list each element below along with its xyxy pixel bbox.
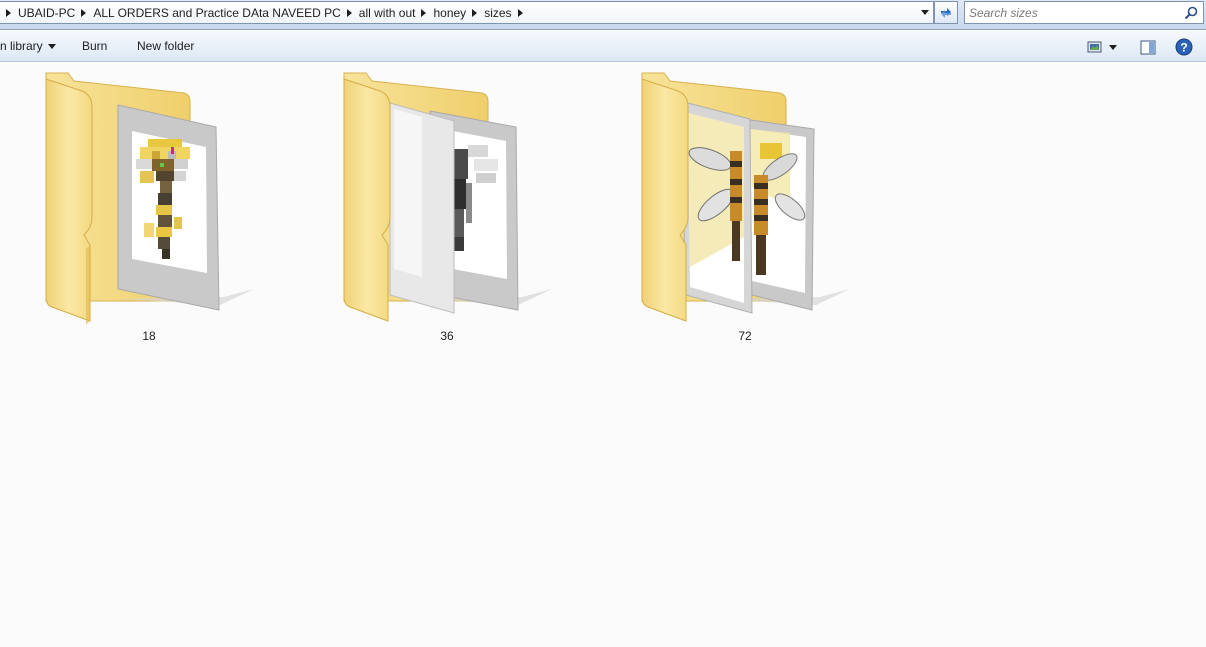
folder-item[interactable]: 72	[640, 67, 870, 349]
search-input[interactable]	[969, 4, 1179, 21]
folder-item[interactable]: 36	[342, 67, 572, 349]
breadcrumb-item[interactable]: sizes	[484, 6, 511, 20]
folder-name[interactable]: 72	[640, 329, 850, 343]
folder-icon	[343, 72, 552, 322]
preview-pane-button[interactable]	[1138, 37, 1158, 57]
breadcrumb-item[interactable]: all with out	[359, 6, 416, 20]
file-list: 18 36 72	[0, 63, 1206, 647]
breadcrumb-arrow-icon[interactable]	[81, 8, 87, 17]
chevron-down-icon	[47, 43, 56, 49]
include-in-library-label: n library	[0, 39, 43, 53]
change-view-icon	[1087, 41, 1102, 53]
folder-name[interactable]: 18	[44, 329, 254, 343]
search-box[interactable]	[964, 1, 1204, 24]
folder-icon	[45, 72, 254, 325]
chevron-down-icon	[1109, 44, 1117, 50]
svg-text:?: ?	[1180, 41, 1187, 55]
help-icon: ?	[1175, 38, 1193, 56]
change-view-button[interactable]	[1085, 37, 1105, 57]
breadcrumb-arrow-icon[interactable]	[517, 8, 523, 17]
address-row: UBAID-PC ALL ORDERS and Practice DAta NA…	[0, 0, 1206, 30]
folder-icon	[641, 72, 850, 322]
view-options-dropdown[interactable]	[1106, 37, 1120, 57]
preview-pane-icon	[1140, 40, 1156, 54]
folder-name[interactable]: 36	[342, 329, 552, 343]
refresh-icon	[941, 7, 951, 18]
new-folder-label: New folder	[137, 39, 195, 53]
breadcrumb-item[interactable]: honey	[433, 6, 466, 20]
address-bar[interactable]: UBAID-PC ALL ORDERS and Practice DAta NA…	[0, 1, 934, 24]
include-in-library-button[interactable]: n library	[0, 31, 56, 61]
command-bar: n library Burn New folder ?	[0, 31, 1206, 62]
refresh-button[interactable]	[934, 1, 958, 24]
search-icon[interactable]	[1182, 4, 1200, 22]
help-button[interactable]: ?	[1174, 37, 1194, 57]
address-history-dropdown-icon[interactable]	[916, 2, 933, 23]
breadcrumb-arrow-icon[interactable]	[346, 8, 352, 17]
burn-button[interactable]: Burn	[82, 31, 107, 61]
breadcrumb-root-arrow-icon[interactable]	[6, 8, 11, 17]
folder-item[interactable]: 18	[44, 67, 274, 349]
new-folder-button[interactable]: New folder	[137, 31, 194, 61]
breadcrumb-item[interactable]: UBAID-PC	[18, 6, 75, 20]
burn-label: Burn	[82, 39, 108, 53]
breadcrumb-item[interactable]: ALL ORDERS and Practice DAta NAVEED PC	[93, 6, 340, 20]
bee-thumbnail	[688, 113, 744, 267]
breadcrumb-arrow-icon[interactable]	[421, 8, 427, 17]
breadcrumb-arrow-icon[interactable]	[472, 8, 478, 17]
